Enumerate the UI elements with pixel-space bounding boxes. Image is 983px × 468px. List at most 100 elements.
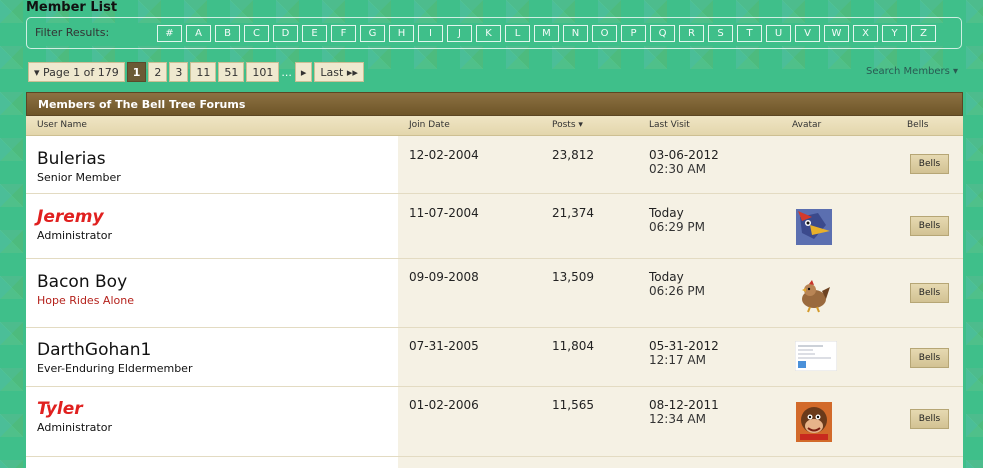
page-link-1[interactable]: 1: [126, 62, 147, 82]
last-visit: 08-12-2011 12:34 AM: [649, 398, 719, 426]
table-row: Bulerias Senior Member 12-02-2004 23,812…: [26, 136, 963, 194]
member-list-panel: Members of The Bell Tree Forums User Nam…: [26, 92, 963, 468]
page-link-11[interactable]: 11: [190, 62, 217, 82]
last-visit-date: 03-06-2012: [649, 148, 719, 162]
filter-letter-n[interactable]: N: [563, 25, 588, 42]
table-row: Bacon Boy Hope Rides Alone 09-09-2008 13…: [26, 259, 963, 328]
donkey-kong-avatar[interactable]: [796, 402, 832, 442]
bells-button[interactable]: Bells: [910, 409, 949, 429]
page-link-101[interactable]: 101: [246, 62, 280, 82]
page-info-dropdown[interactable]: ▾ Page 1 of 179: [28, 62, 125, 82]
post-count: 11,565: [552, 398, 594, 412]
col-posts[interactable]: Posts ▾: [552, 120, 583, 130]
filter-letter-t[interactable]: T: [737, 25, 762, 42]
join-date: 07-31-2005: [409, 339, 479, 353]
filter-letter-hash[interactable]: #: [157, 25, 182, 42]
filter-letter-v[interactable]: V: [795, 25, 820, 42]
last-visit: 03-06-2012 02:30 AM: [649, 148, 719, 176]
col-join-date[interactable]: Join Date: [409, 120, 450, 130]
join-date: 01-02-2006: [409, 398, 479, 412]
last-visit-time: 12:34 AM: [649, 412, 706, 426]
search-members-link[interactable]: Search Members ▾: [866, 66, 958, 77]
bells-button[interactable]: Bells: [910, 283, 949, 303]
last-page-button[interactable]: Last ▸▸: [314, 62, 364, 82]
bells-button[interactable]: Bells: [910, 216, 949, 236]
table-row: Jeremy Administrator 11-07-2004 21,374 T…: [26, 194, 963, 259]
filter-letter-l[interactable]: L: [505, 25, 530, 42]
last-visit-time: 06:26 PM: [649, 284, 705, 298]
filter-letter-g[interactable]: G: [360, 25, 385, 42]
member-name-link[interactable]: Tyler: [37, 399, 83, 419]
member-name-link[interactable]: Bacon Boy: [37, 272, 127, 292]
name-cell: Tyler Administrator: [26, 387, 398, 456]
filter-letter-d[interactable]: D: [273, 25, 298, 42]
filter-letter-w[interactable]: W: [824, 25, 849, 42]
filter-letter-h[interactable]: H: [389, 25, 414, 42]
next-page-button[interactable]: ▸: [294, 62, 313, 82]
col-bells: Bells: [907, 120, 929, 130]
filter-letter-o[interactable]: O: [592, 25, 617, 42]
pagination: ▾ Page 1 of 179 1 2 3 11 51 101 ... ▸ La…: [28, 62, 366, 82]
member-rows: Bulerias Senior Member 12-02-2004 23,812…: [26, 136, 963, 468]
col-user-name[interactable]: User Name: [37, 120, 87, 130]
page-link-51[interactable]: 51: [218, 62, 245, 82]
bells-button[interactable]: Bells: [910, 348, 949, 368]
member-name-link[interactable]: DarthGohan1: [37, 340, 151, 360]
name-cell: Jeremy Administrator: [26, 194, 398, 258]
table-row: Tyler Administrator 01-02-2006 11,565 08…: [26, 387, 963, 457]
filter-letter-y[interactable]: Y: [882, 25, 907, 42]
member-name-link[interactable]: Bulerias: [37, 149, 106, 169]
name-cell: [26, 457, 398, 468]
last-visit-time: 02:30 AM: [649, 162, 706, 176]
last-visit-date: 05-31-2012: [649, 339, 719, 353]
last-visit-date: Today: [649, 206, 684, 220]
filter-letter-q[interactable]: Q: [650, 25, 675, 42]
filter-letter-i[interactable]: I: [418, 25, 443, 42]
filter-letter-k[interactable]: K: [476, 25, 501, 42]
column-headers: User Name Join Date Posts ▾ Last Visit A…: [26, 116, 963, 136]
falco-avatar[interactable]: [796, 209, 832, 245]
filter-letter-m[interactable]: M: [534, 25, 559, 42]
filter-letter-p[interactable]: P: [621, 25, 646, 42]
last-visit-date: Today: [649, 270, 684, 284]
page-title: Member List: [26, 0, 118, 15]
name-cell: Bulerias Senior Member: [26, 136, 398, 193]
post-count: 21,374: [552, 206, 594, 220]
page-link-2[interactable]: 2: [148, 62, 168, 82]
name-cell: Bacon Boy Hope Rides Alone: [26, 259, 398, 327]
card-avatar[interactable]: [794, 340, 838, 372]
filter-label: Filter Results:: [35, 26, 110, 39]
bells-button[interactable]: Bells: [910, 154, 949, 174]
filter-letter-x[interactable]: X: [853, 25, 878, 42]
post-count: 13,509: [552, 270, 594, 284]
filter-bar: Filter Results: # A B C D E F G H I J K …: [26, 17, 962, 49]
filter-letter-j[interactable]: J: [447, 25, 472, 42]
page-link-3[interactable]: 3: [169, 62, 189, 82]
last-visit: Today 06:26 PM: [649, 270, 705, 298]
post-count: 23,812: [552, 148, 594, 162]
member-name-link[interactable]: Jeremy: [37, 207, 104, 227]
page-ellipsis: ...: [281, 65, 292, 79]
table-row: DarthGohan1 Ever-Enduring Eldermember 07…: [26, 328, 963, 387]
filter-letter-z[interactable]: Z: [911, 25, 936, 42]
filter-letter-f[interactable]: F: [331, 25, 356, 42]
bird-avatar[interactable]: [796, 277, 832, 313]
filter-letter-r[interactable]: R: [679, 25, 704, 42]
col-avatar: Avatar: [792, 120, 822, 130]
col-last-visit[interactable]: Last Visit: [649, 120, 690, 130]
post-count: 11,804: [552, 339, 594, 353]
filter-letters: # A B C D E F G H I J K L M N O P Q R S …: [157, 25, 940, 42]
filter-letter-a[interactable]: A: [186, 25, 211, 42]
filter-letter-b[interactable]: B: [215, 25, 240, 42]
last-visit: 05-31-2012 12:17 AM: [649, 339, 719, 367]
join-date: 12-02-2004: [409, 148, 479, 162]
member-title: Hope Rides Alone: [37, 294, 134, 307]
filter-letter-s[interactable]: S: [708, 25, 733, 42]
filter-letter-c[interactable]: C: [244, 25, 269, 42]
member-title: Ever-Enduring Eldermember: [37, 362, 193, 375]
join-date: 09-09-2008: [409, 270, 479, 284]
join-date: 11-07-2004: [409, 206, 479, 220]
last-visit-time: 12:17 AM: [649, 353, 706, 367]
filter-letter-e[interactable]: E: [302, 25, 327, 42]
filter-letter-u[interactable]: U: [766, 25, 791, 42]
